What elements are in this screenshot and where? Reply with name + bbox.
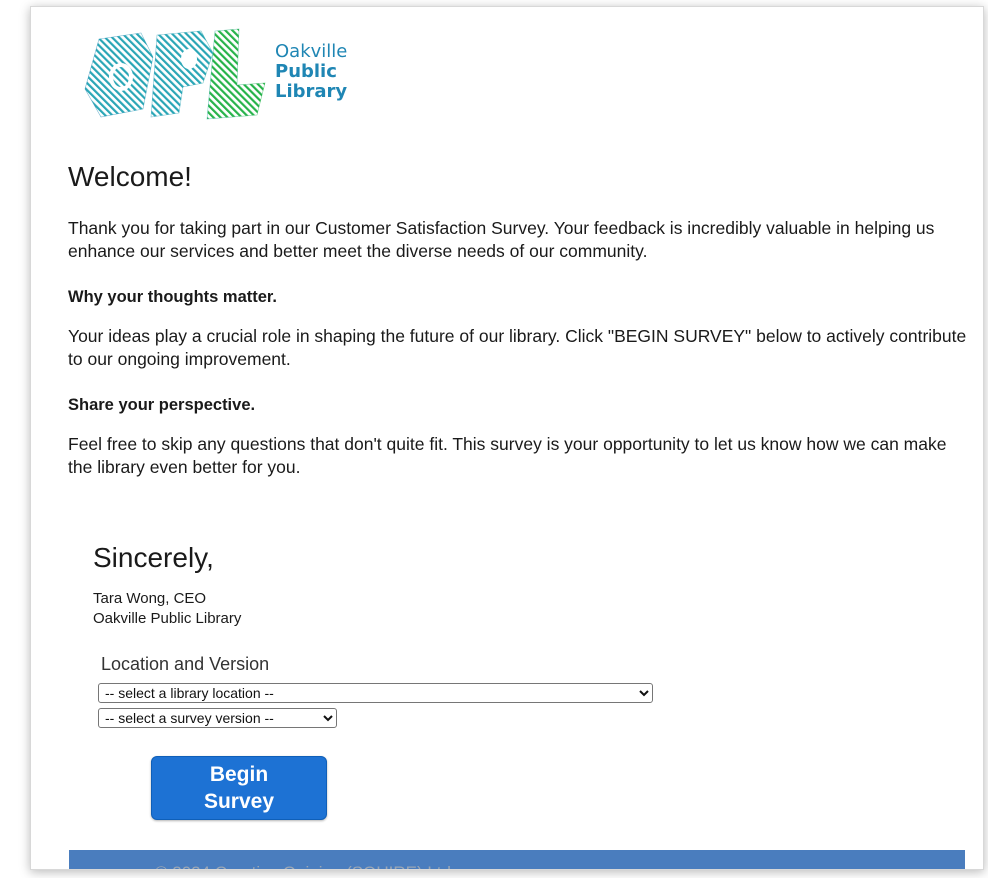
signer-name: Tara Wong, CEO [93,590,207,607]
survey-version-select[interactable]: -- select a survey version -- [98,708,337,728]
logo-line-3: Library [275,81,348,102]
opl-logo-mark-icon [84,28,266,120]
survey-page: Oakville Public Library Welcome! Thank y… [30,6,984,870]
share-paragraph: Feel free to skip any questions that don… [68,434,947,477]
logo-wordmark: Oakville Public Library [275,42,347,102]
intro-paragraph: Thank you for taking part in our Custome… [68,218,935,261]
closing-text: Sincerely, [93,542,214,573]
why-paragraph: Your ideas play a crucial role in shapin… [68,326,967,369]
welcome-heading: Welcome! [68,161,192,192]
logo-line-2: Public [275,61,337,82]
opl-logo: Oakville Public Library [79,27,379,125]
footer-bar: © 2024 Creative Opinion (SQUIRE) Ltd [69,850,965,869]
library-location-select[interactable]: -- select a library location -- [98,683,653,703]
begin-survey-button[interactable]: Begin Survey [151,756,327,820]
location-version-label: Location and Version [101,654,270,674]
signature-block: Tara Wong, CEO Oakville Public Library [93,589,241,629]
signer-org: Oakville Public Library [93,610,242,627]
logo-line-1: Oakville [275,41,348,62]
why-heading: Why your thoughts matter. [68,288,278,306]
share-heading: Share your perspective. [68,396,256,414]
